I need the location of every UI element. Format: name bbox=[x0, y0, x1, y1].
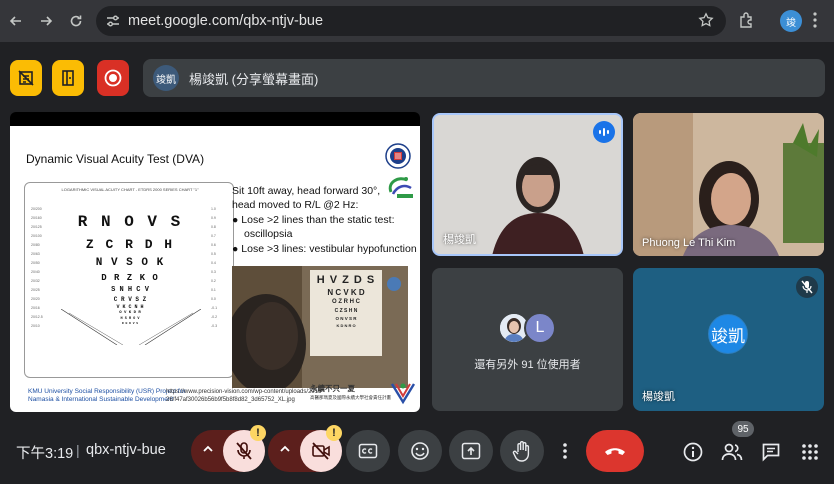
info-icon bbox=[683, 442, 703, 462]
chart-row: S N H C V bbox=[111, 286, 149, 294]
others-avatars: L bbox=[498, 312, 562, 346]
activities-button[interactable] bbox=[52, 60, 84, 96]
mic-warning-badge[interactable]: ! bbox=[250, 425, 266, 441]
apps-grid-icon bbox=[802, 444, 818, 460]
raise-hand-button[interactable] bbox=[500, 430, 544, 472]
participant-name: 楊竣凱 bbox=[443, 234, 476, 246]
record-icon bbox=[104, 69, 122, 87]
camera-off-icon bbox=[312, 442, 330, 460]
more-options-button[interactable] bbox=[554, 430, 576, 472]
chart-taper-lines bbox=[61, 309, 201, 345]
photo-chart-row: O Z R H C bbox=[332, 299, 360, 305]
activities-icon bbox=[62, 70, 74, 86]
participant-video bbox=[633, 113, 824, 256]
back-arrow-icon[interactable] bbox=[2, 7, 30, 35]
participants-count-badge: 95 bbox=[732, 421, 754, 437]
chevron-up-icon[interactable] bbox=[278, 442, 292, 461]
participant-avatar: 竣凱 bbox=[708, 314, 748, 354]
slide-footer-slogan: 永續不只一夏 高醫那瑪夏及國際永續大學社會責任計畫 bbox=[310, 384, 391, 400]
present-button[interactable] bbox=[449, 430, 493, 472]
present-icon bbox=[461, 442, 481, 460]
browser-toolbar: meet.google.com/qbx-ntjv-bue 竣 bbox=[0, 0, 834, 42]
mic-off-icon bbox=[236, 442, 252, 460]
bullet-item: ● Lose >3 lines: vestibular hypofunction bbox=[232, 243, 417, 255]
dva-test-photo: H V Z D S N C V K D O Z R H C C Z S H N … bbox=[232, 266, 408, 388]
profile-avatar[interactable]: 竣 bbox=[780, 10, 802, 32]
url-text[interactable]: meet.google.com/qbx-ntjv-bue bbox=[128, 13, 323, 29]
participant-letter-avatar: L bbox=[524, 312, 556, 344]
chevron-up-icon[interactable] bbox=[201, 442, 215, 461]
separator: | bbox=[76, 442, 80, 458]
chart-row: N V S O K bbox=[95, 257, 165, 269]
photo-chart-row: K D N R O bbox=[336, 323, 356, 328]
etdrs-eye-chart: LOGARITHMIC VISUAL ACUITY CHART - ETDRS … bbox=[24, 182, 234, 378]
notes-icon bbox=[18, 70, 34, 86]
participant-name: 楊竣凱 bbox=[642, 391, 675, 403]
kebab-menu-icon[interactable] bbox=[812, 11, 818, 34]
participant-tile-self[interactable]: 竣凱 楊竣凱 bbox=[633, 268, 824, 411]
notes-button[interactable] bbox=[10, 60, 42, 96]
slide-title: Dynamic Visual Acuity Test (DVA) bbox=[26, 152, 205, 166]
captions-icon bbox=[358, 443, 378, 459]
meeting-code: qbx-ntjv-bue bbox=[86, 442, 166, 458]
chart-header: LOGARITHMIC VISUAL ACUITY CHART - ETDRS … bbox=[61, 187, 199, 192]
meeting-info-button[interactable] bbox=[681, 440, 705, 464]
bullet-continuation: oscillopsia bbox=[244, 228, 293, 240]
others-tile[interactable]: L 還有另外 91 位使用者 bbox=[432, 268, 623, 411]
captions-button[interactable] bbox=[346, 430, 390, 472]
end-call-button[interactable] bbox=[586, 430, 644, 472]
presentation-slide: Dynamic Visual Acuity Test (DVA) LOGARIT… bbox=[10, 126, 420, 412]
university-seal-icon bbox=[385, 143, 411, 169]
mic-muted-icon bbox=[796, 276, 818, 298]
shared-screen: Dynamic Visual Acuity Test (DVA) LOGARIT… bbox=[10, 112, 420, 412]
chart-row: C R V S Z bbox=[113, 296, 147, 303]
extensions-icon[interactable] bbox=[738, 11, 756, 34]
chat-button[interactable] bbox=[759, 440, 783, 464]
usr-emblem-icon bbox=[390, 383, 416, 405]
end-call-icon bbox=[605, 448, 625, 455]
raise-hand-icon bbox=[512, 441, 530, 462]
photo-chart-row: N C V K D bbox=[327, 288, 365, 297]
people-icon bbox=[721, 443, 743, 461]
slide-footer-project: KMU University Social Responsibility (US… bbox=[28, 388, 186, 403]
participant-tile-presenter[interactable]: 楊竣凱 bbox=[432, 113, 623, 256]
photo-chart-row: H V Z D S bbox=[316, 274, 376, 286]
presenting-banner[interactable]: 竣凱 楊竣凱 (分享螢幕畫面) bbox=[143, 59, 825, 97]
slide-instructions: Sit 10ft away, head forward 30°, head mo… bbox=[232, 184, 420, 256]
record-button[interactable] bbox=[97, 60, 129, 96]
chart-row: D R Z K O bbox=[101, 273, 159, 283]
presenter-avatar: 竣凱 bbox=[153, 65, 179, 91]
bullet-item: ● Lose >2 lines than the static test: bbox=[232, 214, 395, 226]
bookmark-star-icon[interactable] bbox=[698, 12, 714, 33]
presenter-text: 楊竣凱 (分享螢幕畫面) bbox=[189, 71, 319, 87]
others-count-text: 還有另外 91 位使用者 bbox=[474, 359, 581, 371]
speaking-indicator-icon bbox=[593, 121, 615, 143]
participant-tile-phuong[interactable]: Phuong Le Thi Kim bbox=[633, 113, 824, 256]
participant-name: Phuong Le Thi Kim bbox=[642, 237, 736, 249]
chart-row: Z C R D H bbox=[85, 237, 175, 252]
reload-icon[interactable] bbox=[62, 7, 90, 35]
people-button[interactable] bbox=[720, 440, 744, 464]
emoji-icon bbox=[411, 442, 429, 460]
chart-row: R N O V S bbox=[77, 213, 183, 231]
activities-grid-button[interactable] bbox=[798, 440, 822, 464]
instruction-line: Sit 10ft away, head forward 30°, bbox=[232, 185, 381, 197]
site-settings-icon[interactable] bbox=[100, 13, 126, 29]
forward-arrow-icon[interactable] bbox=[32, 7, 60, 35]
photo-chart-row: C Z S H N bbox=[334, 308, 358, 314]
photo-chart-row: O N V S R bbox=[335, 316, 357, 321]
chat-icon bbox=[762, 443, 780, 462]
more-options-icon bbox=[563, 443, 567, 459]
camera-warning-badge[interactable]: ! bbox=[326, 425, 342, 441]
clock-time: 下午3:19 bbox=[16, 446, 74, 462]
emoji-button[interactable] bbox=[398, 430, 442, 472]
instruction-line: head moved to R/L @2 Hz: bbox=[232, 199, 359, 211]
slide-footer-url: https://www.precision-vision.com/wp-cont… bbox=[166, 389, 322, 403]
address-bar[interactable]: meet.google.com/qbx-ntjv-bue bbox=[96, 6, 726, 36]
